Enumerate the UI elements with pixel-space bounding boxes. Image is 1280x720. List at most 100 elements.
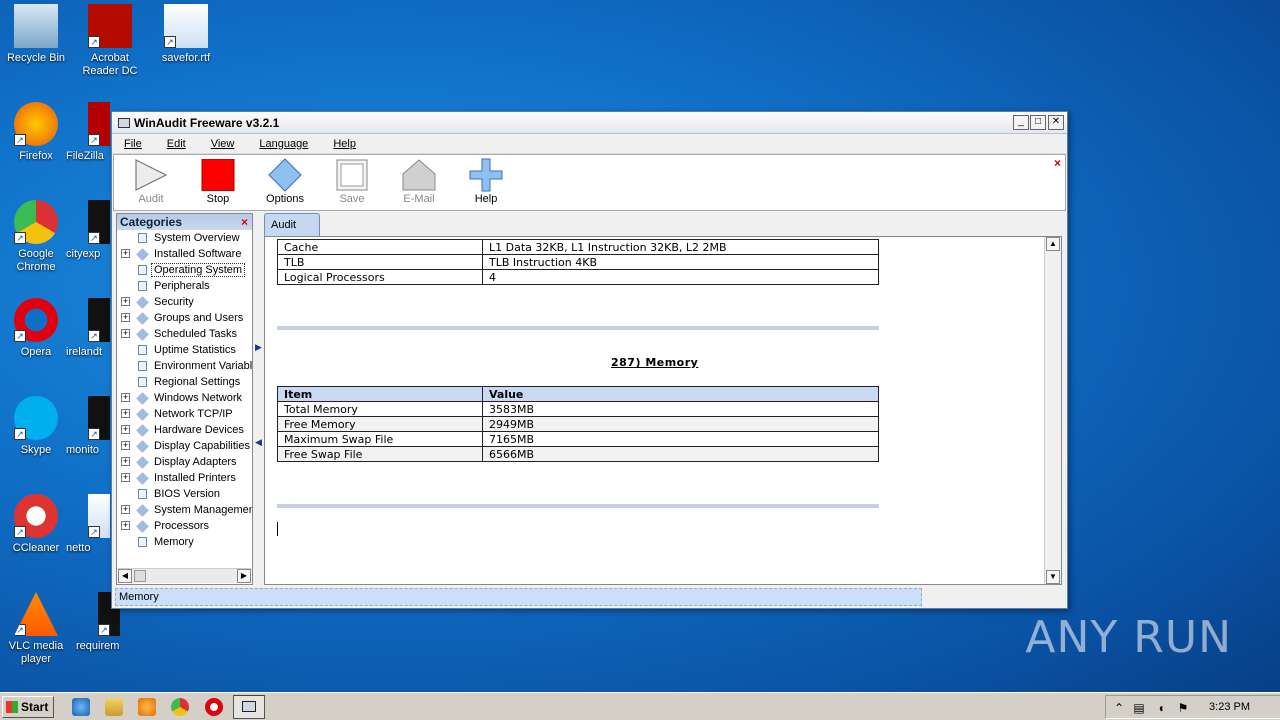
start-button[interactable]: Start: [2, 696, 54, 718]
table-cell-value: 7165MB: [482, 431, 879, 447]
toolbar-close-icon[interactable]: ×: [1054, 156, 1061, 170]
category-item[interactable]: Memory: [117, 534, 252, 550]
category-item[interactable]: BIOS Version: [117, 486, 252, 502]
diamond-icon: [136, 456, 149, 469]
menu-file[interactable]: File: [124, 138, 142, 150]
save-button[interactable]: Save: [325, 157, 379, 205]
audit-button[interactable]: Audit: [124, 157, 178, 205]
panel-splitter[interactable]: ▶ ◀: [255, 342, 262, 452]
desktop-icon[interactable]: ↗ Acrobat Reader DC: [74, 4, 146, 78]
expand-plus-icon[interactable]: +: [121, 297, 130, 306]
expand-plus-icon[interactable]: +: [121, 313, 130, 322]
category-item[interactable]: + Installed Printers: [117, 470, 252, 486]
menu-view[interactable]: View: [211, 138, 235, 150]
category-item[interactable]: + Scheduled Tasks: [117, 326, 252, 342]
categories-close-icon[interactable]: ×: [241, 214, 248, 230]
category-item[interactable]: System Overview: [117, 230, 252, 246]
diamond-icon: [136, 520, 149, 533]
expand-plus-icon[interactable]: +: [121, 249, 130, 258]
category-item[interactable]: + Security: [117, 294, 252, 310]
close-button[interactable]: ✕: [1048, 115, 1064, 130]
category-item[interactable]: Regional Settings: [117, 374, 252, 390]
document-icon: [138, 361, 147, 371]
diamond-icon: [136, 248, 149, 261]
categories-header: Categories ×: [117, 214, 252, 230]
report-vscrollbar[interactable]: ▲ ▼: [1044, 237, 1061, 584]
desktop-icon[interactable]: ↗ FileZilla: [66, 102, 110, 163]
desktop-icon[interactable]: ↗ VLC media player: [0, 592, 72, 666]
splitter-left-arrow-icon[interactable]: ◀: [255, 437, 262, 448]
splitter-right-arrow-icon[interactable]: ▶: [255, 342, 262, 353]
category-item[interactable]: + Processors: [117, 518, 252, 534]
action-center-flag-icon[interactable]: ⚑: [1176, 701, 1190, 715]
email-button[interactable]: E-Mail: [392, 157, 446, 205]
menu-help[interactable]: Help: [333, 138, 356, 150]
category-item[interactable]: Environment Variables: [117, 358, 252, 374]
expand-plus-icon[interactable]: +: [121, 409, 130, 418]
scroll-down-icon[interactable]: ▼: [1046, 570, 1060, 584]
desktop-icon[interactable]: Recycle Bin: [0, 4, 72, 65]
expand-plus-icon[interactable]: +: [121, 473, 130, 482]
category-item[interactable]: Peripherals: [117, 278, 252, 294]
title-bar[interactable]: WinAudit Freeware v3.2.1: [112, 112, 1067, 134]
scroll-up-icon[interactable]: ▲: [1046, 237, 1060, 251]
minimize-button[interactable]: _: [1013, 115, 1029, 130]
categories-hscrollbar[interactable]: ◀ ▶: [118, 568, 251, 583]
file-icon: ↗: [88, 396, 110, 440]
expand-plus-icon[interactable]: +: [121, 425, 130, 434]
desktop-icon[interactable]: ↗ Opera: [0, 298, 72, 359]
table-cell-item: Logical Processors: [277, 269, 483, 285]
media-player-icon[interactable]: [138, 698, 156, 716]
scroll-left-icon[interactable]: ◀: [118, 569, 132, 583]
category-item[interactable]: + Groups and Users: [117, 310, 252, 326]
report-content[interactable]: Cache L1 Data 32KB, L1 Instruction 32KB, …: [264, 236, 1062, 585]
options-button[interactable]: Options: [258, 157, 312, 205]
ie-icon[interactable]: [72, 698, 90, 716]
table-row: Free Swap File 6566MB: [277, 446, 879, 462]
desktop-icon[interactable]: ↗ Google Chrome: [0, 200, 72, 274]
scroll-thumb[interactable]: [134, 570, 146, 582]
clock[interactable]: 3:23 PM: [1209, 701, 1250, 713]
menu-language[interactable]: Language: [259, 138, 308, 150]
desktop-icon[interactable]: ↗ CCleaner: [0, 494, 72, 555]
expand-plus-icon[interactable]: +: [121, 441, 130, 450]
category-item[interactable]: + Network TCP/IP: [117, 406, 252, 422]
category-item[interactable]: + Windows Network: [117, 390, 252, 406]
diamond-icon: [136, 392, 149, 405]
expand-plus-icon[interactable]: +: [121, 505, 130, 514]
desktop-icon[interactable]: ↗ cityexp: [66, 200, 110, 261]
stop-button[interactable]: Stop: [191, 157, 245, 205]
table-row: TLB TLB Instruction 4KB: [277, 254, 879, 270]
desktop-icon[interactable]: ↗ savefor.rtf: [150, 4, 222, 65]
expand-plus-icon[interactable]: +: [121, 457, 130, 466]
desktop-icon[interactable]: ↗ irelandt: [66, 298, 110, 359]
desktop-icon[interactable]: ↗ monito: [66, 396, 110, 457]
opera-icon[interactable]: [205, 698, 223, 716]
category-item[interactable]: Uptime Statistics: [117, 342, 252, 358]
tab-audit[interactable]: Audit: [264, 213, 320, 236]
volume-icon[interactable]: ◖: [1154, 701, 1168, 715]
expand-plus-icon[interactable]: +: [121, 393, 130, 402]
category-item[interactable]: + Display Adapters: [117, 454, 252, 470]
expand-plus-icon[interactable]: +: [121, 521, 130, 530]
desktop-icon[interactable]: ↗ Firefox: [0, 102, 72, 163]
shortcut-arrow-icon: ↗: [88, 526, 100, 538]
tray-expand-icon[interactable]: ⌃: [1112, 701, 1126, 715]
category-item[interactable]: + Hardware Devices: [117, 422, 252, 438]
desktop-icon[interactable]: ↗ netto: [66, 494, 110, 555]
category-item[interactable]: + Display Capabilities: [117, 438, 252, 454]
menu-edit[interactable]: Edit: [167, 138, 186, 150]
category-item[interactable]: + System Management: [117, 502, 252, 518]
scroll-right-icon[interactable]: ▶: [237, 569, 251, 583]
expand-plus-icon[interactable]: +: [121, 329, 130, 338]
category-item[interactable]: Operating System: [117, 262, 252, 278]
desktop-icon[interactable]: ↗ Skype: [0, 396, 72, 457]
network-icon[interactable]: ▤: [1132, 701, 1146, 715]
help-button[interactable]: Help: [459, 157, 513, 205]
maximize-button[interactable]: □: [1030, 115, 1046, 130]
explorer-icon[interactable]: [105, 698, 123, 716]
winaudit-taskbar-button[interactable]: [233, 695, 265, 719]
category-item[interactable]: + Installed Software: [117, 246, 252, 262]
save-label: Save: [339, 193, 365, 205]
chrome-icon[interactable]: [171, 698, 189, 716]
